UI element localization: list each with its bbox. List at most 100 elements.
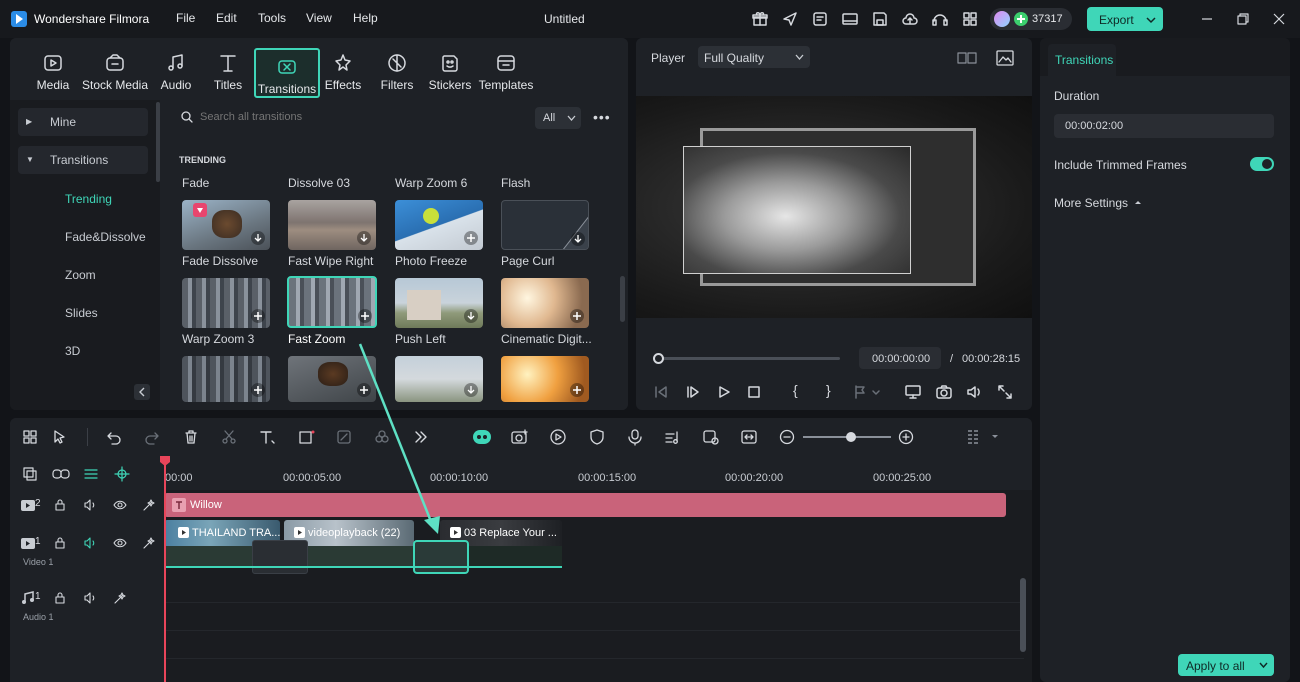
- zoom-out-icon[interactable]: [779, 429, 795, 445]
- playhead[interactable]: [164, 458, 166, 682]
- thumb-cinematic-digital[interactable]: [501, 278, 589, 328]
- sidebar-item-zoom[interactable]: Zoom: [65, 268, 96, 282]
- transition-dissolve-03-label[interactable]: Dissolve 03: [288, 176, 350, 190]
- progress-handle[interactable]: [653, 353, 664, 364]
- shield-icon[interactable]: [588, 428, 606, 446]
- thumb-row3-2[interactable]: [288, 356, 376, 402]
- title-clip-willow[interactable]: Willow: [164, 493, 1006, 517]
- add-icon[interactable]: [569, 382, 585, 398]
- task-icon[interactable]: [811, 10, 829, 28]
- layout-icon[interactable]: [841, 10, 859, 28]
- apply-to-all-button[interactable]: Apply to all: [1178, 654, 1274, 676]
- timeline-settings-icon[interactable]: [966, 428, 1000, 446]
- zoom-slider-track[interactable]: [803, 432, 891, 442]
- lock-icon[interactable]: [54, 498, 66, 512]
- speed-icon[interactable]: [336, 429, 352, 445]
- sticker-timeline-icon[interactable]: [702, 428, 720, 446]
- headset-icon[interactable]: [931, 10, 949, 28]
- transition-fast-zoom-label[interactable]: Fast Zoom: [288, 332, 345, 346]
- auto-reframe-icon[interactable]: [510, 428, 530, 446]
- add-icon[interactable]: [356, 382, 372, 398]
- sidebar-item-mine[interactable]: ▶ Mine: [18, 108, 148, 136]
- render-icon[interactable]: [549, 428, 567, 446]
- duration-input[interactable]: 00:00:02:00: [1054, 114, 1274, 138]
- mute-icon[interactable]: [83, 591, 97, 605]
- sidebar-item-3d[interactable]: 3D: [65, 344, 80, 358]
- fullscreen-icon[interactable]: [996, 383, 1014, 401]
- trimmed-frames-toggle[interactable]: [1250, 157, 1274, 171]
- thumb-page-curl[interactable]: [501, 200, 589, 250]
- text-tool-icon[interactable]: [259, 429, 277, 445]
- timeline-vertical-scrollbar[interactable]: [1020, 578, 1026, 652]
- previous-frame-icon[interactable]: [653, 384, 669, 400]
- tab-templates[interactable]: Templates: [478, 46, 534, 96]
- transition-fade-dissolve-label[interactable]: Fade Dissolve: [182, 254, 258, 268]
- ai-magic-icon[interactable]: [142, 498, 156, 512]
- add-track-icon[interactable]: [22, 466, 38, 482]
- thumb-row3-4[interactable]: [501, 356, 589, 402]
- download-icon[interactable]: [356, 230, 372, 246]
- tab-transitions-properties[interactable]: Transitions: [1048, 44, 1116, 76]
- tab-media[interactable]: Media: [30, 46, 76, 96]
- thumb-fast-zoom[interactable]: [287, 276, 377, 328]
- download-icon[interactable]: [250, 230, 266, 246]
- more-settings-label[interactable]: More Settings: [1054, 196, 1128, 210]
- snap-icon[interactable]: [114, 466, 130, 482]
- more-options-icon[interactable]: •••: [593, 109, 611, 125]
- save-icon[interactable]: [871, 10, 889, 28]
- marker-icon[interactable]: [853, 384, 881, 400]
- zoom-slider-handle[interactable]: [846, 432, 856, 442]
- thumb-photo-freeze[interactable]: [395, 200, 483, 250]
- gift-icon[interactable]: [751, 10, 769, 28]
- volume-icon[interactable]: [965, 383, 983, 401]
- cut-icon[interactable]: [221, 429, 237, 445]
- menu-file[interactable]: File: [176, 11, 195, 25]
- display-icon[interactable]: [904, 383, 922, 401]
- add-icon[interactable]: [250, 382, 266, 398]
- collapse-sidebar-button[interactable]: [134, 384, 150, 400]
- transition-photo-freeze-label[interactable]: Photo Freeze: [395, 254, 467, 268]
- apps-grid-icon[interactable]: [961, 10, 979, 28]
- chevron-up-icon[interactable]: [1134, 198, 1142, 206]
- search-input[interactable]: [200, 106, 500, 128]
- zoom-in-icon[interactable]: [898, 429, 914, 445]
- add-icon[interactable]: [357, 308, 373, 324]
- restore-icon[interactable]: [1236, 12, 1250, 26]
- ai-magic-icon[interactable]: [142, 536, 156, 550]
- tab-stickers[interactable]: Stickers: [428, 46, 472, 96]
- camera-icon[interactable]: [935, 383, 953, 401]
- thumb-fade-dissolve[interactable]: [182, 200, 270, 250]
- transition-warp-zoom-3-label[interactable]: Warp Zoom 3: [182, 332, 254, 346]
- menu-help[interactable]: Help: [353, 11, 378, 25]
- ai-copilot-icon[interactable]: [472, 428, 492, 446]
- color-icon[interactable]: [374, 429, 390, 445]
- lock-icon[interactable]: [54, 591, 66, 605]
- mute-icon[interactable]: [83, 498, 97, 512]
- tab-stock-media[interactable]: Stock Media: [80, 46, 150, 96]
- lock-icon[interactable]: [54, 536, 66, 550]
- mark-out-icon[interactable]: }: [826, 382, 831, 398]
- quality-dropdown[interactable]: Full Quality: [698, 46, 810, 68]
- crop-icon[interactable]: [298, 429, 316, 445]
- transition-fast-wipe-right-label[interactable]: Fast Wipe Right: [288, 254, 373, 268]
- thumb-fast-wipe-right[interactable]: [288, 200, 376, 250]
- ai-magic-icon[interactable]: [113, 591, 127, 605]
- audio-mix-icon[interactable]: [664, 428, 682, 446]
- step-back-icon[interactable]: [685, 384, 701, 400]
- tab-transitions[interactable]: Transitions: [254, 48, 320, 98]
- transition-fade-label[interactable]: Fade: [182, 176, 209, 190]
- download-icon[interactable]: [570, 231, 586, 247]
- menu-view[interactable]: View: [306, 11, 332, 25]
- grid-scrollbar[interactable]: [620, 276, 625, 322]
- download-icon[interactable]: [463, 382, 479, 398]
- cloud-icon[interactable]: [901, 10, 919, 28]
- tab-audio[interactable]: Audio: [156, 46, 196, 96]
- add-icon[interactable]: [569, 308, 585, 324]
- link-icon[interactable]: [52, 466, 70, 482]
- stop-icon[interactable]: [746, 384, 762, 400]
- delete-icon[interactable]: [183, 429, 199, 445]
- tab-filters[interactable]: Filters: [376, 46, 418, 96]
- sidebar-scrollbar[interactable]: [156, 102, 160, 182]
- sidebar-item-slides[interactable]: Slides: [65, 306, 98, 320]
- transition-push-left-label[interactable]: Push Left: [395, 332, 446, 346]
